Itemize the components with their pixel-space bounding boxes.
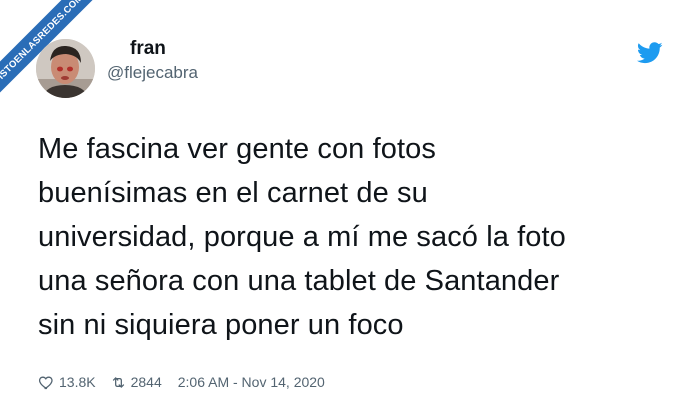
tweet-line: Me fascina ver gente con fotos (38, 133, 436, 165)
avatar-image (36, 39, 95, 98)
tweet-line: una señora con una tablet de Santander (38, 265, 560, 297)
retweet-button[interactable]: 2844 (110, 374, 162, 391)
tweet-card: VISTOENLASREDES.COM fran @flejecabra Me … (0, 0, 700, 417)
tweet-text: Me fascina ver gente con fotos buenísima… (38, 127, 678, 347)
tweet-line: buenísimas en el carnet de su (38, 177, 428, 209)
display-name[interactable]: fran (130, 38, 166, 60)
tweet-line: sin ni siquiera poner un foco (38, 309, 404, 341)
tweet-footer: 13.8K 2844 2:06 AM - Nov 14, 2020 (38, 372, 325, 392)
like-button[interactable]: 13.8K (38, 374, 96, 391)
retweet-count: 2844 (130, 374, 162, 390)
tweet-timestamp[interactable]: 2:06 AM - Nov 14, 2020 (178, 374, 325, 390)
heart-icon (38, 376, 53, 389)
twitter-bird-icon[interactable] (637, 42, 663, 64)
avatar[interactable] (36, 39, 95, 98)
retweet-icon (112, 376, 124, 388)
like-count: 13.8K (59, 374, 96, 390)
tweet-line: universidad, porque a mí me sacó la foto (38, 221, 566, 253)
user-handle[interactable]: @flejecabra (107, 63, 198, 83)
